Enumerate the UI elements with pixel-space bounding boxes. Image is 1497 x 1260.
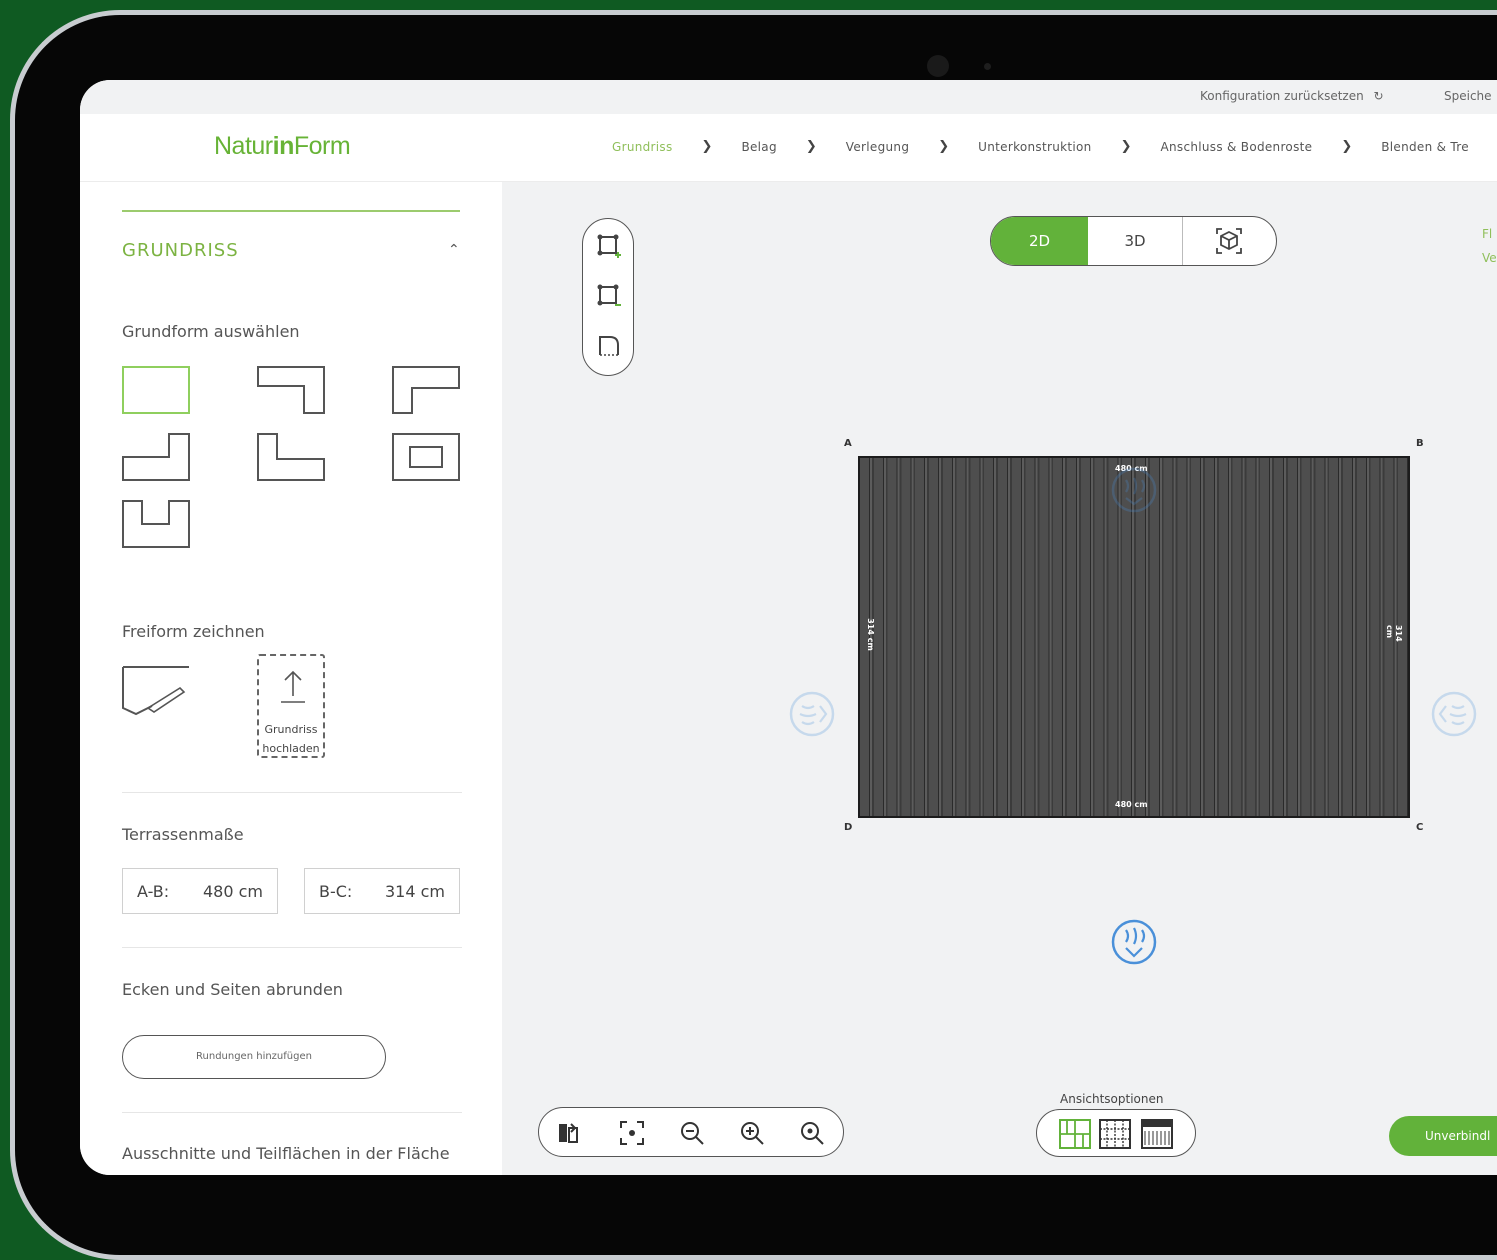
fit-screen-icon[interactable] (619, 1120, 645, 1146)
light-sensor (984, 63, 991, 70)
dimensions-label: Terrassenmaße (122, 825, 244, 844)
water-drain-left-icon[interactable] (788, 690, 836, 738)
shape-rectangle[interactable] (122, 366, 190, 414)
brand-part-2: in (272, 132, 295, 160)
canvas-controls (538, 1107, 844, 1157)
chevron-right-icon: ❯ (1341, 139, 1353, 154)
zoom-in-icon[interactable] (739, 1120, 765, 1146)
grid-layout-icon[interactable] (1059, 1119, 1091, 1149)
shape-l-top-left[interactable] (392, 366, 460, 414)
shape-u[interactable] (122, 500, 190, 548)
upload-label-1: Grundriss (264, 723, 318, 736)
shape-l-top-right[interactable] (257, 366, 325, 414)
step-verlegung[interactable]: Verlegung (846, 140, 909, 154)
right-panel-line-1: Fl (1482, 227, 1493, 241)
section-title[interactable]: GRUNDRISS (122, 240, 239, 261)
right-panel-line-2: Ve (1482, 251, 1497, 265)
dim-right-label: 314 cm (1385, 625, 1403, 642)
save-link[interactable]: Speiche (1444, 89, 1492, 103)
utility-bar: Konfiguration zurücksetzen ↻ Speiche (80, 80, 1497, 114)
add-rounding-button[interactable]: Rundungen hinzufügen (122, 1035, 386, 1079)
upload-label-2: hochladen (262, 742, 320, 755)
brand-part-1: Natur (214, 132, 273, 160)
dim-ab-value: 480 cm (202, 882, 263, 901)
shape-label: Grundform auswählen (122, 322, 300, 341)
brand-part-3: Form (293, 132, 351, 160)
corner-b-label: B (1416, 438, 1424, 449)
step-unterkonstruktion[interactable]: Unterkonstruktion (978, 140, 1091, 154)
view-options (1036, 1109, 1196, 1157)
freeform-label: Freiform zeichnen (122, 622, 265, 641)
divider (122, 1112, 462, 1113)
ar-cube-icon[interactable] (1215, 227, 1243, 255)
view-options-title: Ansichtsoptionen (1060, 1092, 1164, 1106)
dim-ab-key: A-B: (137, 882, 170, 901)
chevron-right-icon: ❯ (701, 139, 713, 154)
brand-logo[interactable]: NaturinForm (214, 132, 351, 161)
step-anschluss[interactable]: Anschluss & Bodenroste (1160, 140, 1312, 154)
zoom-reset-icon[interactable] (799, 1120, 825, 1146)
dim-bc-key: B-C: (319, 882, 353, 901)
shape-l-bottom-left[interactable] (257, 433, 325, 481)
shape-frame[interactable] (392, 433, 460, 481)
round-corner-icon[interactable] (596, 333, 622, 359)
shape-l-bottom-right[interactable] (122, 433, 190, 481)
dim-bottom-label: 480 cm (1115, 800, 1148, 809)
substructure-icon[interactable] (1099, 1119, 1131, 1149)
water-drain-right-icon[interactable] (1430, 690, 1478, 738)
config-sidebar: GRUNDRISS ⌃ Grundform auswählen Freiform… (80, 182, 502, 1175)
reset-label: Konfiguration zurücksetzen (1200, 89, 1364, 103)
water-drain-bottom-icon[interactable] (1110, 918, 1158, 966)
upload-floorplan-button[interactable]: Grundriss hochladen (257, 654, 325, 758)
undo-icon[interactable] (557, 1120, 583, 1146)
freeform-draw-icon[interactable] (122, 666, 192, 716)
plan-canvas[interactable]: 2D 3D Fl Ve A B C D 480 cm 480 cm 314 cm … (502, 182, 1497, 1175)
dim-left-label: 314 cm (865, 618, 875, 651)
view-3d-button[interactable]: 3D (1088, 217, 1183, 265)
quote-button[interactable]: Unverbindl (1389, 1116, 1497, 1156)
boards-view-icon[interactable] (1141, 1119, 1173, 1149)
step-navigation: Grundriss ❯ Belag ❯ Verlegung ❯ Unterkon… (612, 139, 1469, 154)
refresh-icon: ↻ (1373, 89, 1384, 103)
dim-bc-field[interactable]: B-C: 314 cm (304, 868, 460, 914)
chevron-right-icon: ❯ (1120, 139, 1132, 154)
chevron-right-icon: ❯ (938, 139, 950, 154)
divider (122, 947, 462, 948)
add-point-icon[interactable] (596, 233, 622, 259)
step-blenden[interactable]: Blenden & Tre (1381, 140, 1469, 154)
chevron-right-icon: ❯ (805, 139, 817, 154)
round-corners-label: Ecken und Seiten abrunden (122, 980, 343, 999)
edit-toolbar (582, 218, 634, 376)
view-2d-button[interactable]: 2D (991, 217, 1088, 265)
cutouts-label: Ausschnitte und Teilflächen in der Fläch… (122, 1144, 450, 1163)
corner-a-label: A (844, 438, 852, 449)
corner-d-label: D (844, 822, 853, 833)
step-grundriss[interactable]: Grundriss (612, 140, 673, 154)
chevron-up-icon[interactable]: ⌃ (448, 242, 460, 258)
view-mode-toggle: 2D 3D (990, 216, 1277, 266)
zoom-out-icon[interactable] (679, 1120, 705, 1146)
section-divider (122, 210, 460, 212)
app-screen: Konfiguration zurücksetzen ↻ Speiche Nat… (80, 80, 1497, 1175)
water-drain-top-icon[interactable] (1110, 466, 1158, 514)
dim-ab-field[interactable]: A-B: 480 cm (122, 868, 278, 914)
dim-bc-value: 314 cm (384, 882, 445, 901)
remove-point-icon[interactable] (596, 283, 622, 309)
reset-config-link[interactable]: Konfiguration zurücksetzen ↻ (1200, 89, 1384, 103)
upload-icon (281, 670, 305, 703)
corner-c-label: C (1416, 822, 1424, 833)
header: NaturinForm Grundriss ❯ Belag ❯ Verlegun… (80, 114, 1497, 182)
divider (122, 792, 462, 793)
step-belag[interactable]: Belag (741, 140, 776, 154)
camera-lens (927, 55, 949, 77)
